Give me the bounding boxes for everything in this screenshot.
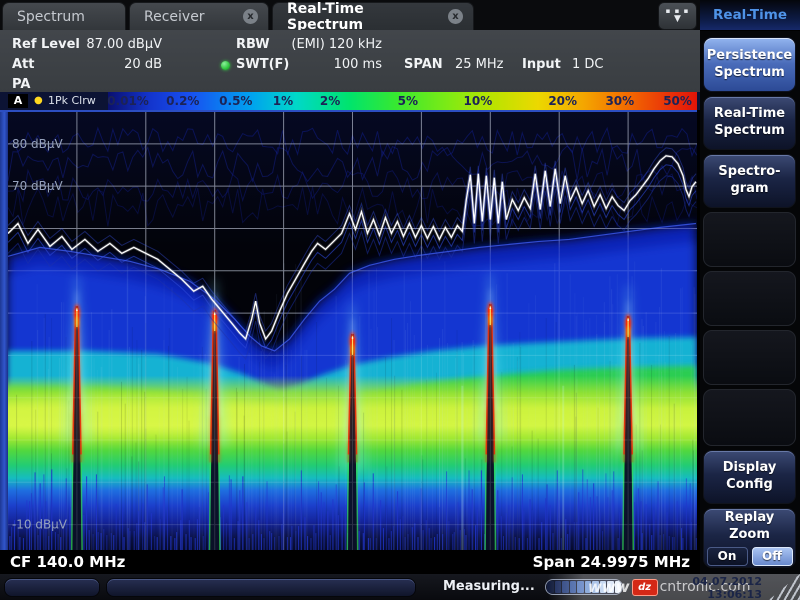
frequency-footer: CF 140.0 MHz Span 24.9975 MHz xyxy=(0,550,700,574)
tab-bar: Spectrum Receiver x Real-Time Spectrum x xyxy=(0,0,700,30)
tab-label: Spectrum xyxy=(17,9,85,25)
status-bar: Measuring... www dz cntronic.com 04.07.2… xyxy=(0,574,800,600)
softkey-spectrogram[interactable]: Spectro-gram xyxy=(703,154,796,208)
span-label: SPAN xyxy=(404,57,443,72)
scale-label: 30% xyxy=(605,94,634,108)
trace-bar: A ● 1Pk Clrw 0.01% 0.2% 0.5% 1% 2% 5% 10% 20% 30… xyxy=(0,92,700,110)
chevron-down-icon: ▼ xyxy=(674,15,681,24)
softkey-sidebar: Real-Time PersistenceSpectrumReal-TimeSp… xyxy=(700,0,800,574)
softkey-label: Spectrum xyxy=(714,123,785,140)
softkey-display-config[interactable]: DisplayConfig xyxy=(703,450,796,504)
scale-label: 20% xyxy=(548,94,577,108)
swt-value[interactable]: 100 ms xyxy=(268,57,382,72)
scale-label: 10% xyxy=(464,94,493,108)
replay-zoom-off-button[interactable]: Off xyxy=(752,547,793,566)
measuring-status-label: Measuring... xyxy=(443,579,535,594)
att-value[interactable]: 20 dB xyxy=(78,57,162,72)
tab-label: Receiver xyxy=(144,9,205,25)
center-frequency-value[interactable]: CF 140.0 MHz xyxy=(10,553,125,571)
span-footer-value[interactable]: Span 24.9975 MHz xyxy=(533,553,690,571)
softkey-label: Zoom xyxy=(729,527,770,544)
softkey-label: gram xyxy=(730,181,768,198)
y-axis-label: -10 dBµV xyxy=(12,518,68,532)
scale-label: 50% xyxy=(663,94,692,108)
y-axis-label: 70 dBµV xyxy=(12,179,63,193)
softkey-menu-title: Real-Time xyxy=(700,0,800,31)
active-window-strip xyxy=(0,110,8,550)
softkey-label: Display xyxy=(723,460,777,477)
softkey-empty-4[interactable] xyxy=(703,389,796,446)
scale-label: 1% xyxy=(273,94,293,108)
softkey-empty-3[interactable] xyxy=(703,330,796,385)
window-menu-button[interactable]: ▪ ▪ ▪ ▼ xyxy=(658,2,697,30)
status-pill-center xyxy=(106,578,416,597)
watermark: www dz cntronic.com xyxy=(548,574,800,600)
softkey-label: Real-Time xyxy=(714,106,785,123)
preamp-label: PA xyxy=(12,77,30,92)
tab-spectrum[interactable]: Spectrum xyxy=(2,2,126,30)
tab-real-time-spectrum[interactable]: Real-Time Spectrum x xyxy=(272,2,474,30)
analyzer-screen: Spectrum Receiver x Real-Time Spectrum x… xyxy=(0,0,800,600)
y-axis-label: 80 dBµV xyxy=(12,137,63,151)
softkey-label: Spectrum xyxy=(714,65,785,82)
ref-level-label: Ref Level xyxy=(12,37,80,52)
input-label: Input xyxy=(522,57,561,72)
date-label: 04.07.2012 xyxy=(690,576,762,589)
status-pill-left xyxy=(4,578,100,597)
softkey-empty-1[interactable] xyxy=(703,212,796,267)
tab-label: Real-Time Spectrum xyxy=(287,1,438,33)
settings-bar: Ref Level 87.00 dBµV Att 20 dB PA RBW (E… xyxy=(0,30,700,92)
softkey-persistence-spectrum[interactable]: PersistenceSpectrum xyxy=(703,37,796,92)
close-icon[interactable]: x xyxy=(448,9,463,24)
spectrum-canvas: 80 dBµV 70 dBµV -10 dBµV xyxy=(8,112,697,550)
tab-receiver[interactable]: Receiver x xyxy=(129,2,269,30)
softkey-label: Replay xyxy=(725,510,774,527)
persistence-color-scale: 0.01% 0.2% 0.5% 1% 2% 5% 10% 20% 30% 50% xyxy=(108,92,697,110)
softkey-label: Persistence xyxy=(707,48,793,65)
softkey-replay-zoom[interactable]: ReplayZoom OnOff xyxy=(703,508,796,568)
input-value[interactable]: 1 DC xyxy=(572,57,604,72)
softkey-empty-2[interactable] xyxy=(703,271,796,326)
replay-zoom-on-button[interactable]: On xyxy=(707,547,748,566)
watermark-logo: dz xyxy=(632,579,658,596)
softkey-real-time-spectrum[interactable]: Real-TimeSpectrum xyxy=(703,96,796,150)
ref-level-value[interactable]: 87.00 dBµV xyxy=(78,37,162,52)
scale-label: 2% xyxy=(320,94,340,108)
watermark-prefix: www xyxy=(588,578,630,596)
persistence-spectrum-plot: 80 dBµV 70 dBµV -10 dBµV xyxy=(0,110,700,550)
scale-label: 0.01% xyxy=(107,94,149,108)
trace-dot-icon: ● xyxy=(34,94,43,108)
rbw-label: RBW xyxy=(236,37,270,52)
softkey-label: Config xyxy=(726,477,773,494)
scale-label: 5% xyxy=(398,94,418,108)
scale-label: 0.5% xyxy=(219,94,252,108)
sweep-led-icon xyxy=(221,61,230,70)
rbw-value[interactable]: (EMI) 120 kHz xyxy=(268,37,382,52)
trace-mode-label: 1Pk Clrw xyxy=(48,94,96,108)
softkey-label: Spectro- xyxy=(718,164,780,181)
time-label: 13:06:13 xyxy=(690,589,762,600)
scale-label: 0.2% xyxy=(166,94,199,108)
att-label: Att xyxy=(12,57,35,72)
close-icon[interactable]: x xyxy=(243,9,258,24)
window-a-badge: A xyxy=(8,94,28,108)
date-time: 04.07.2012 13:06:13 xyxy=(690,576,762,600)
span-value[interactable]: 25 MHz xyxy=(455,57,504,72)
